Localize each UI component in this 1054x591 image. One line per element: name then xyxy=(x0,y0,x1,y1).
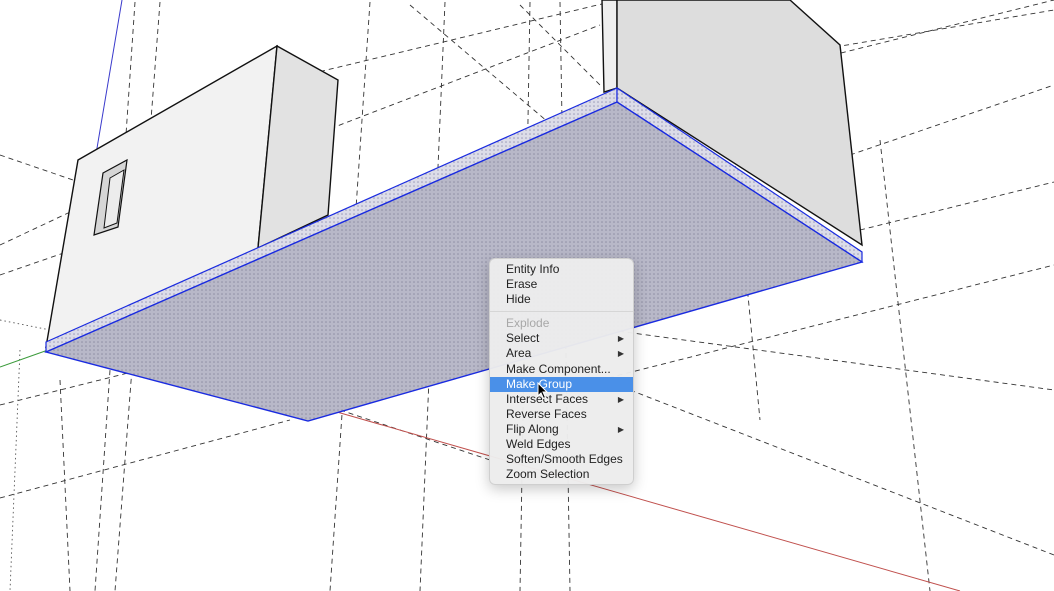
menu-item-entity-info[interactable]: Entity Info xyxy=(490,262,633,277)
menu-item-label: Area xyxy=(506,346,532,361)
red-axis xyxy=(329,409,961,591)
menu-item-label: Zoom Selection xyxy=(506,467,590,482)
menu-item-make-component[interactable]: Make Component... xyxy=(490,362,633,377)
menu-item-label: Soften/Smooth Edges xyxy=(506,452,623,467)
menu-item-intersect-faces[interactable]: Intersect Faces ▶ xyxy=(490,392,633,407)
chevron-right-icon: ▶ xyxy=(617,424,624,434)
menu-item-make-group[interactable]: Make Group xyxy=(490,376,633,392)
guide-lines-dotted xyxy=(0,319,51,591)
arrow-pointer-icon xyxy=(537,382,549,400)
menu-item-flip-along[interactable]: Flip Along ▶ xyxy=(490,422,633,437)
menu-item-label: Erase xyxy=(506,277,538,292)
menu-item-select[interactable]: Select ▶ xyxy=(490,331,633,346)
menu-item-zoom-selection[interactable]: Zoom Selection xyxy=(490,467,633,482)
menu-item-label: Weld Edges xyxy=(506,437,571,452)
menu-item-erase[interactable]: Erase xyxy=(490,277,633,292)
chevron-right-icon: ▶ xyxy=(617,394,624,404)
chevron-right-icon: ▶ xyxy=(617,349,624,359)
menu-item-label: Hide xyxy=(506,292,531,307)
menu-item-label: Reverse Faces xyxy=(506,406,587,421)
sketchup-viewport[interactable]: Entity Info Erase Hide Explode Select ▶ … xyxy=(0,0,1054,591)
menu-item-hide[interactable]: Hide xyxy=(490,292,633,307)
menu-item-label: Flip Along xyxy=(506,421,559,436)
green-axis xyxy=(0,349,49,368)
menu-item-label: Explode xyxy=(506,316,550,331)
menu-item-reverse-faces[interactable]: Reverse Faces xyxy=(490,407,633,422)
menu-item-area[interactable]: Area ▶ xyxy=(490,346,633,361)
menu-item-label: Entity Info xyxy=(506,262,560,276)
menu-item-label: Make Component... xyxy=(506,361,611,376)
context-menu: Entity Info Erase Hide Explode Select ▶ … xyxy=(489,258,634,485)
menu-item-soften-smooth-edges[interactable]: Soften/Smooth Edges xyxy=(490,452,633,467)
menu-item-label: Select xyxy=(506,331,540,346)
blue-axis xyxy=(94,0,123,161)
menu-separator xyxy=(490,311,633,313)
menu-item-weld-edges[interactable]: Weld Edges xyxy=(490,437,633,452)
menu-item-explode: Explode xyxy=(490,316,633,331)
right-box-front-face xyxy=(601,0,618,93)
chevron-right-icon: ▶ xyxy=(617,334,624,344)
